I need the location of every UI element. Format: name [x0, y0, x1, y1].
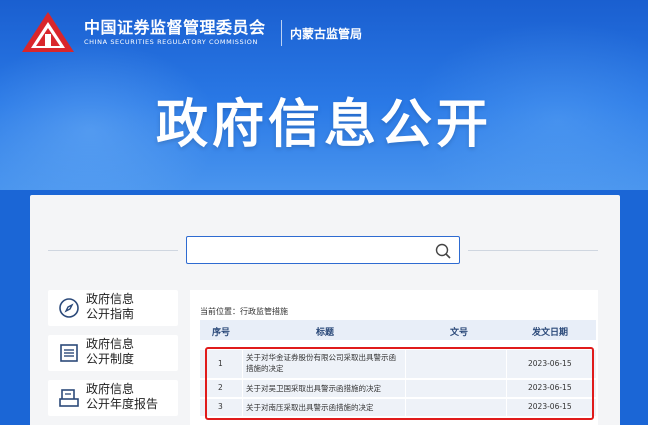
search-box[interactable]	[186, 236, 460, 264]
sidebar-item-annual-report[interactable]: 政府信息 公开年度报告	[48, 380, 178, 416]
list-icon	[60, 344, 78, 362]
breadcrumb-label: 当前位置：	[200, 307, 240, 316]
highlight-box	[205, 347, 594, 420]
breadcrumb-current[interactable]: 行政监管措施	[240, 307, 288, 316]
col-header-num: 序号	[212, 328, 231, 338]
org-name-en: CHINA SECURITIES REGULATORY COMMISSION	[84, 38, 258, 46]
header-banner: 中国证券监督管理委员会 CHINA SECURITIES REGULATORY …	[0, 0, 648, 190]
search-icon[interactable]	[433, 241, 453, 261]
breadcrumb: 当前位置：行政监管措施	[200, 306, 288, 317]
sidebar-item-label: 政府信息 公开指南	[86, 292, 135, 321]
divider-left	[48, 250, 178, 251]
col-header-doc: 文号	[450, 328, 469, 338]
sidebar-item-label: 政府信息 公开制度	[86, 337, 135, 366]
page-title: 政府信息公开	[155, 95, 492, 155]
table-header: 序号 标题 文号 发文日期	[200, 320, 596, 340]
header-divider	[281, 20, 282, 46]
col-header-date: 发文日期	[532, 328, 569, 338]
csrc-logo-icon[interactable]	[20, 10, 76, 54]
report-icon	[59, 389, 79, 407]
region-name[interactable]: 内蒙古监管局	[290, 25, 362, 42]
search-input[interactable]	[193, 241, 413, 259]
sidebar-item-label: 政府信息 公开年度报告	[86, 382, 159, 411]
sidebar-item-rules[interactable]: 政府信息 公开制度	[48, 335, 178, 371]
sidebar-item-guide[interactable]: 政府信息 公开指南	[48, 290, 178, 326]
divider-right	[468, 250, 598, 251]
compass-icon	[59, 298, 79, 318]
org-name-cn: 中国证券监督管理委员会	[84, 18, 266, 37]
col-header-title: 标题	[316, 328, 335, 338]
